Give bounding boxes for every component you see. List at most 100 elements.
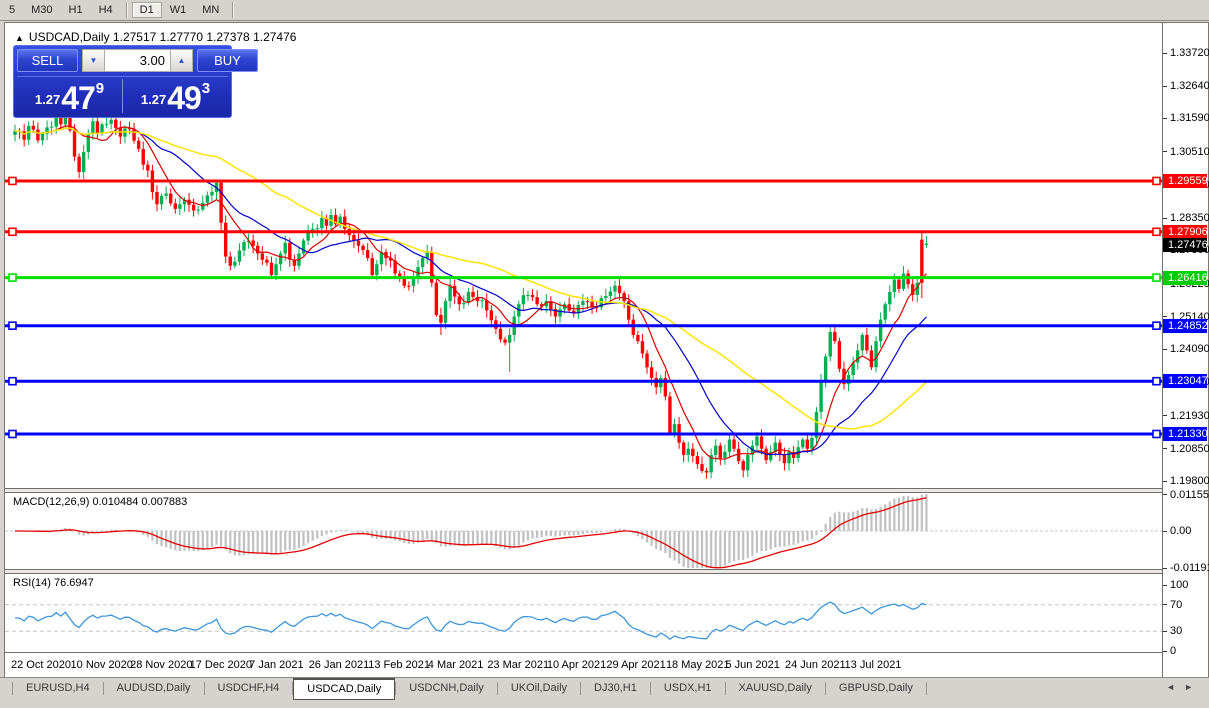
date-tick-label: 18 May 2021 <box>666 659 730 671</box>
sell-price-pip: 9 <box>96 80 104 97</box>
buy-price-big: 49 <box>167 85 201 111</box>
buy-price-prefix: 1.27 <box>141 92 166 107</box>
tab-usdcad-daily[interactable]: USDCAD,Daily <box>293 678 395 700</box>
date-tick-label: 5 Jun 2021 <box>725 659 779 671</box>
price-tick-label: 1.19800 <box>1170 475 1209 487</box>
timeframe-button-mn[interactable]: MN <box>194 2 227 18</box>
axis-tick-mark <box>1163 481 1167 482</box>
price-tick-label: 1.32640 <box>1170 80 1209 92</box>
buy-price-pip: 3 <box>202 80 210 97</box>
volume-decrease-button[interactable]: ▼ <box>82 49 105 72</box>
volume-input[interactable] <box>105 49 170 72</box>
rsi-pane[interactable] <box>5 574 1162 652</box>
date-tick-label: 4 Mar 2021 <box>428 659 484 671</box>
price-tick-label: 1.33720 <box>1170 47 1209 59</box>
tab-gbpusd-daily[interactable]: GBPUSD,Daily <box>826 678 926 698</box>
axis-tick-mark <box>1163 118 1167 119</box>
tab-xauusd-daily[interactable]: XAUUSD,Daily <box>726 678 825 698</box>
rsi-scale-label: 30 <box>1170 625 1182 637</box>
tab-navigation: ◄► <box>1166 678 1209 692</box>
chart-title: ▲USDCAD,Daily 1.27517 1.27770 1.27378 1.… <box>15 30 296 44</box>
tab-separator <box>926 682 927 695</box>
price-tick-label: 1.30510 <box>1170 146 1209 158</box>
axis-tick-mark <box>1163 218 1167 219</box>
timeframe-button-5[interactable]: 5 <box>1 2 23 18</box>
tab-usdchf-h4[interactable]: USDCHF,H4 <box>205 678 293 698</box>
volume-increase-button[interactable]: ▲ <box>170 49 193 72</box>
date-tick-label: 29 Apr 2021 <box>606 659 665 671</box>
price-tick-label: 1.31590 <box>1170 112 1209 124</box>
timeframe-button-h4[interactable]: H4 <box>91 2 121 18</box>
level-price-badge: 1.21330 <box>1163 427 1207 441</box>
tab-ukoil-daily[interactable]: UKOil,Daily <box>498 678 580 698</box>
timeframe-toolbar: 5M30H1H4 D1W1MN <box>0 0 1209 21</box>
price-tick-label: 1.21930 <box>1170 410 1209 422</box>
sell-price-prefix: 1.27 <box>35 92 60 107</box>
buy-price[interactable]: 1.27 49 3 <box>123 79 228 113</box>
axis-tick-mark <box>1163 86 1167 87</box>
level-price-badge: 1.27906 <box>1163 225 1207 239</box>
date-tick-label: 13 Jul 2021 <box>845 659 902 671</box>
timeframe-button-h1[interactable]: H1 <box>61 2 91 18</box>
axis-tick-mark <box>1163 604 1167 605</box>
trading-terminal: 5M30H1H4 D1W1MN ▲ USDCAD,Daily 1.27517 1.2… <box>0 0 1209 708</box>
date-tick-label: 24 Jun 2021 <box>785 659 846 671</box>
toolbar-separator <box>126 2 127 18</box>
plot-column: ▲ USDCAD,Daily 1.27517 1.27770 1.27378 1.… <box>5 23 1162 679</box>
sell-button[interactable]: SELL <box>17 49 78 72</box>
sell-price-big: 47 <box>61 85 95 111</box>
axis-tick-mark <box>1163 53 1167 54</box>
tab-scroll-right-icon[interactable]: ► <box>1184 682 1193 692</box>
timeframe-button-d1[interactable]: D1 <box>132 2 162 18</box>
rsi-scale-label: 70 <box>1170 599 1182 611</box>
macd-scale-label: 0.00 <box>1170 525 1191 537</box>
current-price-badge: 1.27476 <box>1163 238 1207 252</box>
sell-price[interactable]: 1.27 47 9 <box>17 79 123 113</box>
symbol-tabbar: EURUSD,H4AUDUSD,DailyUSDCHF,H4USDCAD,Dai… <box>0 677 1209 708</box>
axis-tick-mark <box>1163 651 1167 652</box>
chart-title-text: USDCAD,Daily 1.27517 1.27770 1.27378 1.2… <box>29 30 297 44</box>
axis-tick-mark <box>1163 494 1167 495</box>
rsi-scale-label: 100 <box>1170 579 1188 591</box>
macd-scale-label: 0.011551 <box>1170 489 1209 501</box>
buy-button[interactable]: BUY <box>197 49 258 72</box>
level-price-badge: 1.29559 <box>1163 174 1207 188</box>
date-tick-label: 23 Mar 2021 <box>487 659 549 671</box>
macd-scale-label: -0.011914 <box>1170 562 1209 574</box>
timeframe-button-m30[interactable]: M30 <box>23 2 60 18</box>
timeframe-button-w1[interactable]: W1 <box>162 2 195 18</box>
price-tick-label: 1.24090 <box>1170 343 1209 355</box>
level-price-badge: 1.23047 <box>1163 374 1207 388</box>
tab-usdx-h1[interactable]: USDX,H1 <box>651 678 725 698</box>
price-axis: 1.337201.326401.315901.305101.294301.283… <box>1162 23 1208 679</box>
macd-label: MACD(12,26,9) 0.010484 0.007883 <box>13 496 187 508</box>
date-tick-label: 26 Jan 2021 <box>309 659 370 671</box>
tab-eurusd-h4[interactable]: EURUSD,H4 <box>13 678 103 698</box>
chart-window: ▲ USDCAD,Daily 1.27517 1.27770 1.27378 1.… <box>4 22 1209 680</box>
date-tick-label: 13 Feb 2021 <box>368 659 430 671</box>
tab-scroll-left-icon[interactable]: ◄ <box>1166 682 1175 692</box>
one-click-trade-panel: SELL ▼ ▲ BUY 1.27 47 9 1.27 <box>13 45 232 118</box>
date-tick-label: 17 Dec 2020 <box>190 659 252 671</box>
tab-audusd-daily[interactable]: AUDUSD,Daily <box>104 678 204 698</box>
tab-usdcnh-daily[interactable]: USDCNH,Daily <box>396 678 497 698</box>
toolbar-separator <box>232 2 233 18</box>
level-price-badge: 1.26416 <box>1163 271 1207 285</box>
date-tick-label: 7 Jan 2021 <box>249 659 303 671</box>
tab-dj30-h1[interactable]: DJ30,H1 <box>581 678 650 698</box>
time-axis: 22 Oct 202010 Nov 202028 Nov 202017 Dec … <box>5 652 1162 680</box>
date-tick-label: 10 Nov 2020 <box>71 659 133 671</box>
level-price-badge: 1.24852 <box>1163 319 1207 333</box>
axis-tick-mark <box>1163 531 1167 532</box>
date-tick-label: 22 Oct 2020 <box>11 659 71 671</box>
axis-tick-mark <box>1163 316 1167 317</box>
axis-tick-mark <box>1163 631 1167 632</box>
axis-tick-mark <box>1163 349 1167 350</box>
price-tick-label: 1.28350 <box>1170 212 1209 224</box>
price-tick-label: 1.20850 <box>1170 443 1209 455</box>
axis-tick-mark <box>1163 585 1167 586</box>
date-tick-label: 28 Nov 2020 <box>130 659 192 671</box>
rsi-scale-label: 0 <box>1170 645 1176 657</box>
axis-tick-mark <box>1163 448 1167 449</box>
axis-tick-mark <box>1163 151 1167 152</box>
